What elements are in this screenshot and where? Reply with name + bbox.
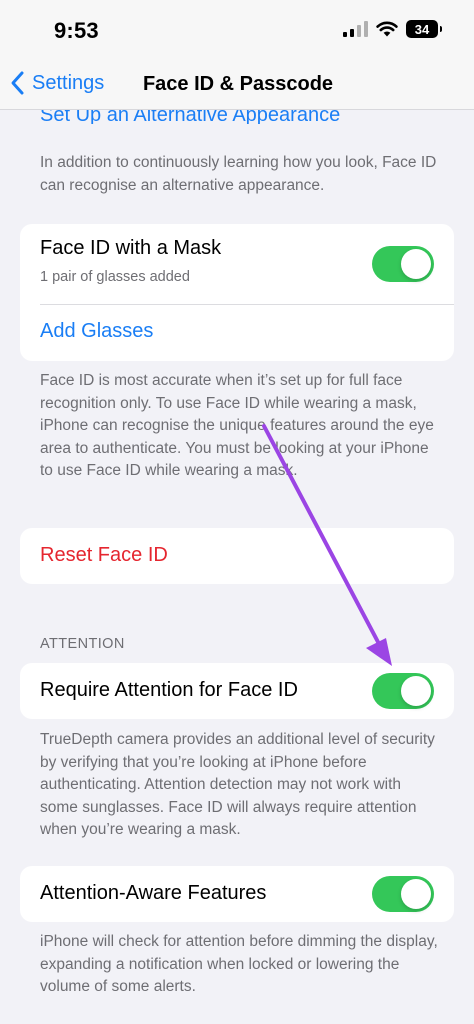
back-button[interactable]: Settings [10,70,104,96]
attention-aware-toggle[interactable] [372,876,434,912]
alternative-appearance-footer: In addition to continuously learning how… [40,154,437,194]
mask-footer: Face ID is most accurate when it’s set u… [40,372,434,479]
chevron-left-icon [11,71,24,95]
status-bar: 9:53 34 [0,0,474,64]
attention-aware-title: Attention-Aware Features [40,882,267,904]
navigation-bar: Face ID & Passcode Settings [0,64,474,110]
toggle-knob [401,249,431,279]
attention-aware-footer: iPhone will check for attention before d… [40,933,438,995]
require-attention-group: Require Attention for Face ID [20,663,454,719]
face-id-mask-toggle[interactable] [372,246,434,282]
reset-group: Reset Face ID [20,528,454,584]
back-button-label: Settings [32,71,105,94]
status-time: 9:53 [54,18,99,43]
divider [40,304,454,305]
face-id-mask-title: Face ID with a Mask [40,237,222,259]
face-id-mask-subtitle: 1 pair of glasses added [40,269,190,285]
mask-settings-group: Face ID with a Mask 1 pair of glasses ad… [20,224,454,361]
battery-icon: 34 [406,20,442,38]
require-attention-toggle[interactable] [372,673,434,709]
status-icons: 34 [343,20,442,38]
attention-aware-group: Attention-Aware Features [20,866,454,922]
reset-face-id-button[interactable]: Reset Face ID [40,544,168,567]
require-attention-footer: TrueDepth camera provides an additional … [40,731,435,838]
wifi-icon [376,21,398,37]
cellular-signal-icon [343,21,368,37]
toggle-knob [401,879,431,909]
require-attention-title: Require Attention for Face ID [40,679,298,701]
attention-section-header: ATTENTION [40,636,125,652]
add-glasses-button[interactable]: Add Glasses [40,320,153,343]
battery-level: 34 [414,21,430,37]
toggle-knob [401,676,431,706]
